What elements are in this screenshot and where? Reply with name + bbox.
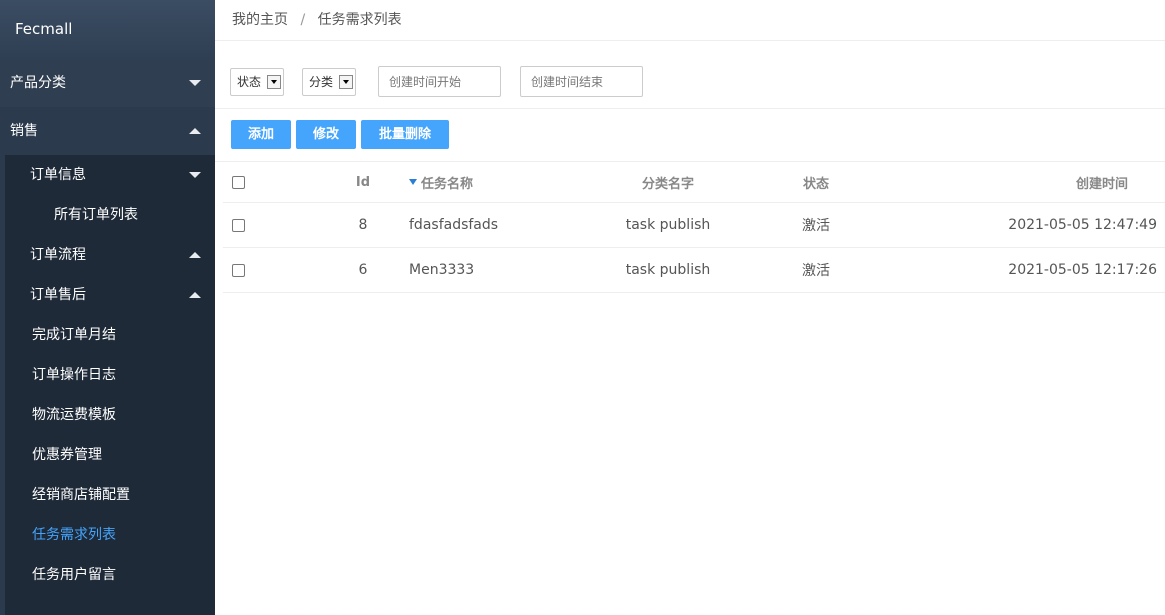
sidebar-item-label: 完成订单月结 <box>32 327 116 343</box>
sidebar-item-task-list[interactable]: 任务需求列表 <box>5 515 215 555</box>
caret-up-icon <box>189 128 201 134</box>
sidebar-item-label: 订单操作日志 <box>32 367 116 383</box>
sidebar-item-order-info[interactable]: 订单信息 <box>5 155 215 195</box>
batch-delete-button[interactable]: 批量删除 <box>361 120 449 149</box>
cell-name: fdasfadsfads <box>409 217 499 233</box>
cell-category: task publish <box>625 262 711 278</box>
breadcrumb: 我的主页 / 任务需求列表 <box>215 0 1165 41</box>
row-checkbox-cell <box>232 203 252 247</box>
sidebar-item-label: 任务需求列表 <box>32 527 116 543</box>
app-logo[interactable]: Fecmall <box>0 0 215 59</box>
table-row[interactable]: 8 fdasfadsfads task publish 激活 2021-05-0… <box>223 203 1165 248</box>
sidebar-item-label: 所有订单列表 <box>54 207 138 223</box>
row-checkbox[interactable] <box>232 218 245 232</box>
status-select[interactable]: 状态 <box>230 68 284 96</box>
caret-up-icon <box>189 252 201 258</box>
sidebar-item-after-sales[interactable]: 订单售后 <box>5 275 215 315</box>
sidebar-item-dealer-store[interactable]: 经销商店铺配置 <box>5 475 215 515</box>
breadcrumb-home-link[interactable]: 我的主页 <box>232 12 288 28</box>
cell-id: 8 <box>358 217 368 233</box>
created-end-input[interactable] <box>520 66 643 97</box>
edit-button[interactable]: 修改 <box>296 120 356 149</box>
sidebar-item-shipping-template[interactable]: 物流运费模板 <box>5 395 215 435</box>
caret-up-icon <box>189 292 201 298</box>
sidebar-item-label: 订单信息 <box>30 167 86 183</box>
app-layout: Fecmall 产品分类 销售 订单信息 所有订单列表 订单流程 订单售后 完成… <box>0 0 1165 615</box>
main-content: 我的主页 / 任务需求列表 状态 分类 添加 修改 批量删除 <box>215 0 1165 615</box>
select-all-cell <box>232 162 252 202</box>
task-table: Id 任务名称 分类名字 状态 创建时间 8 fdasfadsfads task… <box>223 162 1165 293</box>
dropdown-arrow-icon <box>339 75 353 89</box>
add-button[interactable]: 添加 <box>231 120 291 149</box>
sidebar-item-label: 订单售后 <box>30 287 86 303</box>
cell-created: 2021-05-05 12:47:49 <box>1008 217 1157 233</box>
breadcrumb-separator: / <box>300 12 306 28</box>
sidebar-item-label: 任务用户留言 <box>32 567 116 583</box>
column-header-id[interactable]: Id <box>343 162 383 202</box>
caret-down-icon <box>189 80 201 86</box>
category-select-value: 分类 <box>309 75 334 89</box>
column-header-created[interactable]: 创建时间 <box>928 162 1128 202</box>
column-header-status[interactable]: 状态 <box>786 162 846 202</box>
status-select-value: 状态 <box>237 75 262 89</box>
sidebar-item-monthly-settlement[interactable]: 完成订单月结 <box>5 315 215 355</box>
sidebar-item-all-orders[interactable]: 所有订单列表 <box>5 195 215 235</box>
sidebar-item-label: 销售 <box>10 123 38 139</box>
sidebar-item-coupons[interactable]: 优惠券管理 <box>5 435 215 475</box>
sidebar: Fecmall 产品分类 销售 订单信息 所有订单列表 订单流程 订单售后 完成… <box>0 0 215 615</box>
cell-category: task publish <box>625 217 711 233</box>
caret-down-icon <box>189 172 201 178</box>
cell-created: 2021-05-05 12:17:26 <box>1008 262 1157 278</box>
column-header-name-label: 任务名称 <box>421 176 474 192</box>
cell-name: Men3333 <box>409 262 475 278</box>
action-toolbar: 添加 修改 批量删除 <box>215 109 1165 162</box>
column-header-category[interactable]: 分类名字 <box>603 162 733 202</box>
table-header-row: Id 任务名称 分类名字 状态 创建时间 <box>223 162 1165 203</box>
row-checkbox-cell <box>232 248 252 292</box>
filter-bar: 状态 分类 <box>215 41 1165 109</box>
sidebar-item-order-flow[interactable]: 订单流程 <box>5 235 215 275</box>
sidebar-item-label: 订单流程 <box>30 247 86 263</box>
sidebar-item-order-log[interactable]: 订单操作日志 <box>5 355 215 395</box>
sidebar-item-task-messages[interactable]: 任务用户留言 <box>5 555 215 595</box>
sidebar-item-label: 物流运费模板 <box>32 407 116 423</box>
table-row[interactable]: 6 Men3333 task publish 激活 2021-05-05 12:… <box>223 248 1165 293</box>
sort-desc-icon <box>409 179 417 185</box>
dropdown-arrow-icon <box>267 75 281 89</box>
row-checkbox[interactable] <box>232 263 245 277</box>
sidebar-item-label: 经销商店铺配置 <box>32 487 130 503</box>
breadcrumb-current: 任务需求列表 <box>317 12 402 28</box>
select-all-checkbox[interactable] <box>232 175 245 189</box>
column-header-name[interactable]: 任务名称 <box>409 162 609 202</box>
sales-submenu: 订单信息 所有订单列表 订单流程 订单售后 完成订单月结 订单操作日志 物流运费… <box>5 155 215 615</box>
cell-status: 激活 <box>802 218 830 234</box>
sidebar-item-sales[interactable]: 销售 <box>0 107 215 155</box>
cell-status: 激活 <box>802 263 830 279</box>
created-start-input[interactable] <box>378 66 501 97</box>
cell-id: 6 <box>358 262 368 278</box>
sidebar-item-product-category[interactable]: 产品分类 <box>0 59 215 107</box>
sidebar-item-label: 优惠券管理 <box>32 447 102 463</box>
category-select[interactable]: 分类 <box>302 68 356 96</box>
sidebar-item-label: 产品分类 <box>10 75 66 91</box>
